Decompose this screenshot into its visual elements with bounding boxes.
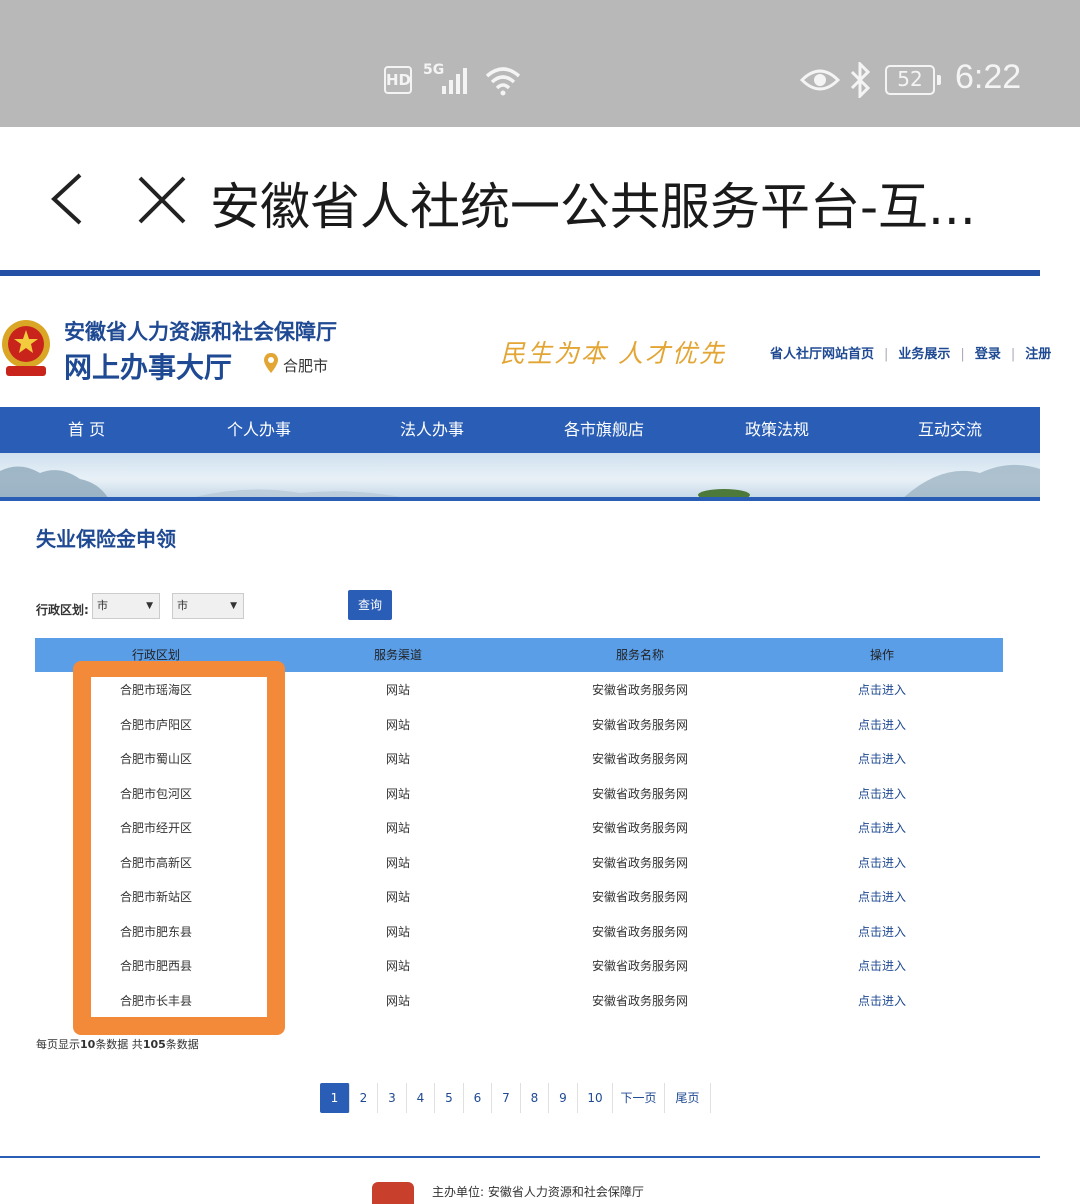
cell-service-name: 安徽省政务服务网 bbox=[591, 717, 688, 732]
hall-name: 网上办事大厅 bbox=[64, 351, 233, 384]
nav-corporate-services[interactable]: 法人办事 bbox=[400, 407, 464, 453]
cell-service-name: 安徽省政务服务网 bbox=[591, 683, 688, 697]
link-business-display[interactable]: 业务展示 bbox=[898, 347, 950, 362]
col-service-name: 服务名称 bbox=[615, 648, 664, 662]
close-icon[interactable] bbox=[136, 174, 188, 226]
cell-service-name: 安徽省政务服务网 bbox=[591, 959, 688, 973]
city-selector[interactable]: 合肥市 bbox=[283, 355, 328, 376]
cell-service-name: 安徽省政务服务网 bbox=[591, 924, 688, 939]
total-count: 105 bbox=[142, 1038, 166, 1051]
wifi-icon bbox=[485, 67, 521, 96]
signal-icon bbox=[442, 68, 467, 94]
cell-service-name: 安徽省政务服务网 bbox=[591, 993, 688, 1008]
enter-link[interactable]: 点击进入 bbox=[761, 742, 1003, 776]
organization-name: 安徽省人力资源和社会保障厅 bbox=[64, 320, 337, 344]
eye-comfort-icon bbox=[800, 69, 840, 91]
nav-personal-services[interactable]: 个人办事 bbox=[227, 407, 291, 453]
footer-logo-icon bbox=[372, 1182, 414, 1204]
page-6[interactable]: 6 bbox=[464, 1083, 492, 1113]
landscape-banner bbox=[0, 453, 1040, 501]
chevron-down-icon: ▼ bbox=[230, 601, 237, 611]
col-action: 操作 bbox=[869, 648, 894, 662]
city-select-value: 市 bbox=[97, 599, 108, 612]
enter-link[interactable]: 点击进入 bbox=[761, 777, 1003, 811]
cell-channel: 网站 bbox=[385, 717, 410, 732]
pagination-summary: 每页显示10条数据 共105条数据 bbox=[36, 1036, 199, 1052]
cell-service-name: 安徽省政务服务网 bbox=[591, 890, 688, 904]
cell-service-name: 安徽省政务服务网 bbox=[591, 752, 688, 766]
cell-service-name: 安徽省政务服务网 bbox=[591, 786, 688, 801]
per-page-count: 10 bbox=[80, 1038, 96, 1051]
page-1[interactable]: 1 bbox=[320, 1083, 350, 1113]
cell-channel: 网站 bbox=[385, 752, 410, 766]
enter-link[interactable]: 点击进入 bbox=[761, 708, 1003, 742]
enter-link[interactable]: 点击进入 bbox=[761, 915, 1003, 949]
cell-service-name: 安徽省政务服务网 bbox=[591, 855, 688, 870]
slogan: 民生为本 人才优先 bbox=[500, 339, 726, 368]
cell-channel: 网站 bbox=[385, 821, 410, 835]
cell-channel: 网站 bbox=[385, 683, 410, 697]
enter-link[interactable]: 点击进入 bbox=[761, 846, 1003, 880]
page-2[interactable]: 2 bbox=[350, 1083, 378, 1113]
footer-divider bbox=[0, 1156, 1040, 1158]
page-5[interactable]: 5 bbox=[435, 1083, 464, 1113]
next-page-button[interactable]: 下一页 bbox=[613, 1083, 665, 1113]
back-arrow-icon[interactable] bbox=[46, 171, 86, 227]
site-header: 安徽省人力资源和社会保障厅 网上办事大厅 合肥市 民生为本 人才优先 省人社厅网… bbox=[0, 276, 1051, 406]
bluetooth-icon bbox=[850, 62, 871, 98]
pagination: 1 2 3 4 5 6 7 8 9 10 下一页 尾页 bbox=[320, 1083, 711, 1113]
city-select[interactable]: 市 ▼ bbox=[92, 593, 160, 619]
nav-policies[interactable]: 政策法规 bbox=[745, 407, 809, 453]
page-4[interactable]: 4 bbox=[407, 1083, 435, 1113]
cell-channel: 网站 bbox=[385, 993, 410, 1008]
footer-sponsor: 主办单位: 安徽省人力资源和社会保障厅 bbox=[432, 1185, 644, 1199]
enter-link[interactable]: 点击进入 bbox=[761, 949, 1003, 983]
top-links: 省人社厅网站首页 | 业务展示 | 登录 | 注册 bbox=[770, 347, 1052, 362]
chevron-down-icon: ▼ bbox=[146, 601, 153, 611]
national-emblem-icon bbox=[2, 320, 50, 376]
cell-channel: 网站 bbox=[385, 890, 410, 904]
cell-channel: 网站 bbox=[385, 855, 410, 870]
summary-suffix: 条数据 bbox=[165, 1038, 199, 1051]
cell-channel: 网站 bbox=[385, 959, 410, 973]
hd-icon: HD bbox=[384, 66, 412, 94]
nav-city-stores[interactable]: 各市旗舰店 bbox=[564, 407, 644, 453]
cell-service-name: 安徽省政务服务网 bbox=[591, 821, 688, 835]
page-3[interactable]: 3 bbox=[378, 1083, 407, 1113]
phone-status-bar: HD 5G 52 6:22 bbox=[0, 0, 1080, 127]
link-department-home[interactable]: 省人社厅网站首页 bbox=[770, 347, 874, 362]
web-page: 安徽省人力资源和社会保障厅 网上办事大厅 合肥市 民生为本 人才优先 省人社厅网… bbox=[0, 270, 1051, 1204]
enter-link[interactable]: 点击进入 bbox=[761, 811, 1003, 845]
page-9[interactable]: 9 bbox=[549, 1083, 578, 1113]
district-select[interactable]: 市 ▼ bbox=[172, 593, 244, 619]
enter-link[interactable]: 点击进入 bbox=[761, 880, 1003, 914]
nav-home[interactable]: 首 页 bbox=[68, 407, 105, 453]
section-heading: 失业保险金申领 bbox=[36, 527, 176, 551]
link-login[interactable]: 登录 bbox=[975, 347, 1001, 362]
col-channel: 服务渠道 bbox=[373, 648, 422, 662]
nav-interaction[interactable]: 互动交流 bbox=[918, 407, 982, 453]
region-filter-label: 行政区划: bbox=[36, 603, 89, 617]
last-page-button[interactable]: 尾页 bbox=[665, 1083, 711, 1113]
mountain-scenery-icon bbox=[0, 464, 1040, 497]
location-pin-icon[interactable] bbox=[263, 352, 279, 374]
page-10[interactable]: 10 bbox=[578, 1083, 613, 1113]
battery-icon: 52 bbox=[885, 65, 941, 95]
enter-link[interactable]: 点击进入 bbox=[761, 984, 1003, 1018]
enter-link[interactable]: 点击进入 bbox=[761, 673, 1003, 707]
cell-channel: 网站 bbox=[385, 786, 410, 801]
page-8[interactable]: 8 bbox=[521, 1083, 549, 1113]
query-button[interactable]: 查询 bbox=[348, 590, 392, 620]
district-select-value: 市 bbox=[177, 599, 188, 612]
highlight-box bbox=[73, 661, 285, 1035]
page-7[interactable]: 7 bbox=[492, 1083, 521, 1113]
link-register[interactable]: 注册 bbox=[1025, 347, 1051, 362]
summary-prefix: 每页显示 bbox=[36, 1038, 80, 1051]
browser-title-bar: 安徽省人社统一公共服务平台-互... bbox=[0, 127, 1080, 270]
page-title: 安徽省人社统一公共服务平台-互... bbox=[210, 178, 976, 236]
clock: 6:22 bbox=[955, 58, 1022, 96]
cell-channel: 网站 bbox=[385, 924, 410, 939]
main-nav: 首 页 个人办事 法人办事 各市旗舰店 政策法规 互动交流 bbox=[0, 407, 1040, 453]
summary-mid: 条数据 共 bbox=[95, 1038, 143, 1051]
